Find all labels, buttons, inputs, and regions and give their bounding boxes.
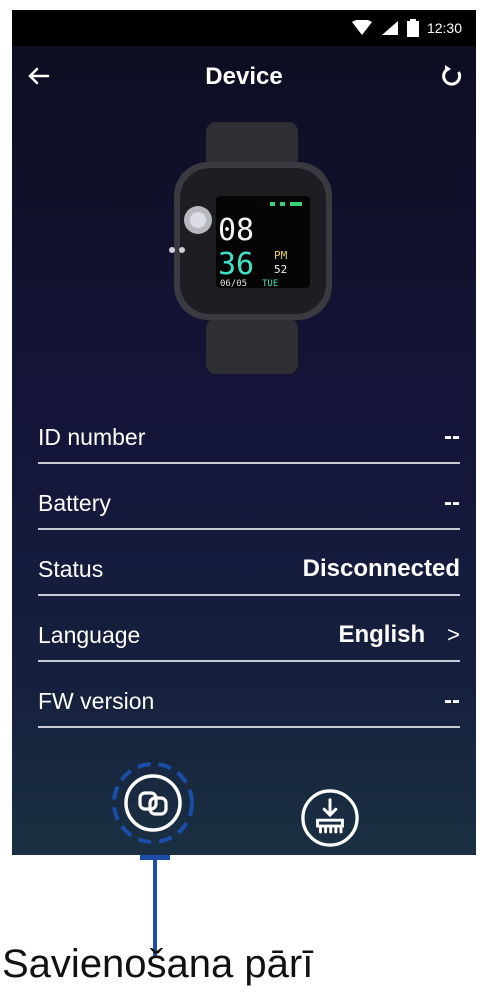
app-header: Device — [12, 46, 476, 108]
row-label: Battery — [38, 489, 111, 516]
row-label: Language — [38, 621, 141, 648]
row-value-wrap: English > — [338, 621, 460, 649]
row-id-number: ID number -- — [38, 398, 460, 464]
row-value: -- — [444, 489, 460, 516]
battery-icon — [406, 19, 419, 37]
refresh-icon[interactable] — [436, 60, 468, 92]
watch-ampm: PM — [274, 249, 288, 262]
device-info-list: ID number -- Battery -- Status Disconnec… — [38, 398, 460, 728]
chevron-right-icon: > — [447, 622, 460, 647]
callout-label: Savienošana pārī — [2, 942, 314, 986]
row-status: Status Disconnected — [38, 530, 460, 596]
row-fw-version: FW version -- — [38, 662, 460, 728]
watch-date: 06/05 — [220, 279, 247, 289]
download-icon — [316, 798, 344, 834]
back-arrow-icon[interactable] — [22, 60, 54, 92]
status-time: 12:30 — [426, 20, 462, 36]
row-language[interactable]: Language English > — [38, 596, 460, 662]
signal-icon — [381, 21, 398, 35]
row-value: -- — [444, 423, 460, 450]
row-label: Status — [38, 555, 104, 582]
firmware-update-button[interactable] — [300, 788, 360, 848]
watch-day: TUE — [262, 279, 278, 289]
status-bar: 12:30 — [12, 10, 476, 46]
row-value: English — [338, 621, 426, 648]
watch-seconds: 52 — [274, 263, 287, 276]
watch-hour: 08 — [218, 213, 254, 248]
row-label: FW version — [38, 687, 155, 714]
page-title: Device — [205, 63, 283, 90]
row-label: ID number — [38, 423, 146, 450]
device-screen: 12:30 Device 08 36 PM 52 06/05 TUE ID nu… — [12, 10, 476, 855]
watch-image: 08 36 PM 52 06/05 TUE — [169, 122, 332, 374]
watch-minute: 36 — [218, 247, 254, 282]
row-value: -- — [444, 687, 460, 714]
wifi-icon — [351, 20, 372, 35]
row-battery: Battery -- — [38, 464, 460, 530]
row-value: Disconnected — [302, 555, 460, 582]
link-icon — [138, 791, 168, 816]
pair-button[interactable] — [112, 762, 194, 844]
